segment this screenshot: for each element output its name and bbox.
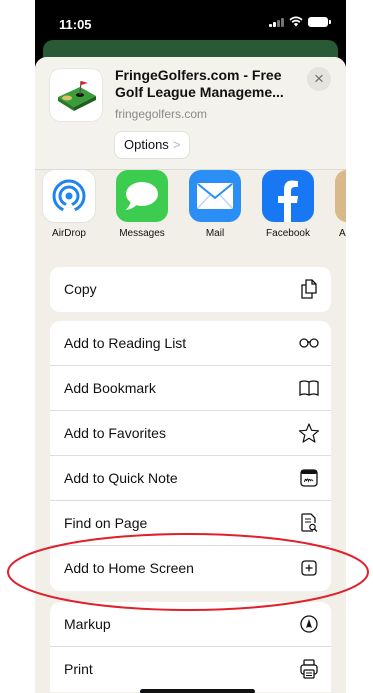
action-add-to-home-screen[interactable]: Add to Home Screen: [50, 546, 331, 591]
plus-square-icon: [301, 560, 317, 576]
options-button[interactable]: Options >: [115, 132, 190, 158]
book-icon: [299, 380, 319, 397]
markup-icon: [300, 615, 318, 633]
action-add-bookmark[interactable]: Add Bookmark: [50, 366, 331, 411]
action-print[interactable]: Print: [50, 647, 331, 692]
app-tile-mail[interactable]: Mail: [185, 170, 245, 239]
home-indicator: [140, 689, 255, 693]
app-tile-facebook[interactable]: Facebook: [258, 170, 318, 239]
app-share-row: AirDrop Messages Mail Facebook A: [35, 170, 346, 250]
share-sheet: FringeGolfers.com - Free Golf League Man…: [35, 57, 346, 693]
app-tile-airdrop[interactable]: AirDrop: [39, 170, 99, 239]
action-label: Print: [64, 661, 93, 677]
action-label: Markup: [64, 616, 111, 632]
print-icon: [300, 659, 318, 679]
site-icon: [50, 69, 102, 121]
action-label: Add to Home Screen: [64, 560, 194, 576]
copy-group: Copy: [50, 267, 331, 312]
action-copy[interactable]: Copy: [50, 267, 331, 312]
glasses-icon: [299, 338, 319, 348]
status-icons: [269, 16, 331, 27]
action-label: Find on Page: [64, 515, 148, 531]
app-label: AirDrop: [52, 228, 86, 239]
action-add-to-reading-list[interactable]: Add to Reading List: [50, 321, 331, 366]
options-label: Options: [124, 137, 169, 152]
wifi-icon: [289, 16, 303, 27]
status-time: 11:05: [59, 17, 92, 32]
chevron-right-icon: >: [172, 137, 181, 152]
close-button[interactable]: ×: [307, 67, 331, 91]
battery-icon: [308, 16, 331, 27]
app-label: Mail: [205, 228, 225, 239]
share-header: FringeGolfers.com - Free Golf League Man…: [35, 57, 346, 169]
action-add-to-quick-note[interactable]: Add to Quick Note: [50, 456, 331, 501]
action-find-on-page[interactable]: Find on Page: [50, 501, 331, 546]
action-label: Copy: [64, 281, 97, 297]
action-label: Add to Reading List: [64, 335, 187, 351]
more-actions-group: Markup Print: [50, 602, 331, 692]
messages-icon: [116, 170, 168, 222]
signal-icon: [269, 17, 284, 27]
action-markup[interactable]: Markup: [50, 602, 331, 647]
quick-note-icon: [300, 469, 318, 487]
app-label: Facebook: [266, 228, 310, 239]
facebook-icon: [262, 170, 314, 222]
page-title: FringeGolfers.com - Free Golf League Man…: [115, 67, 284, 100]
action-add-to-favorites[interactable]: Add to Favorites: [50, 411, 331, 456]
action-label: Add to Quick Note: [64, 470, 178, 486]
star-icon: [298, 423, 320, 443]
airdrop-icon: [43, 170, 95, 222]
action-label: Add to Favorites: [64, 425, 166, 441]
app-label: Messages: [119, 228, 165, 239]
copy-icon: [301, 279, 317, 299]
app-tile-partial[interactable]: Ar: [331, 170, 346, 239]
page-url: fringegolfers.com: [115, 107, 208, 121]
phone-screen: 11:05 FringeGolfers.com - Free Golf Leag…: [35, 0, 346, 693]
mail-icon: [189, 170, 241, 222]
action-label: Add Bookmark: [64, 380, 156, 396]
app-tile-messages[interactable]: Messages: [112, 170, 172, 239]
app-label: Ar: [339, 228, 346, 239]
partial-app-icon: [335, 170, 346, 222]
find-page-icon: [301, 513, 318, 532]
actions-group: Add to Reading List Add Bookmark Add to …: [50, 321, 331, 591]
status-bar: 11:05: [35, 0, 346, 40]
